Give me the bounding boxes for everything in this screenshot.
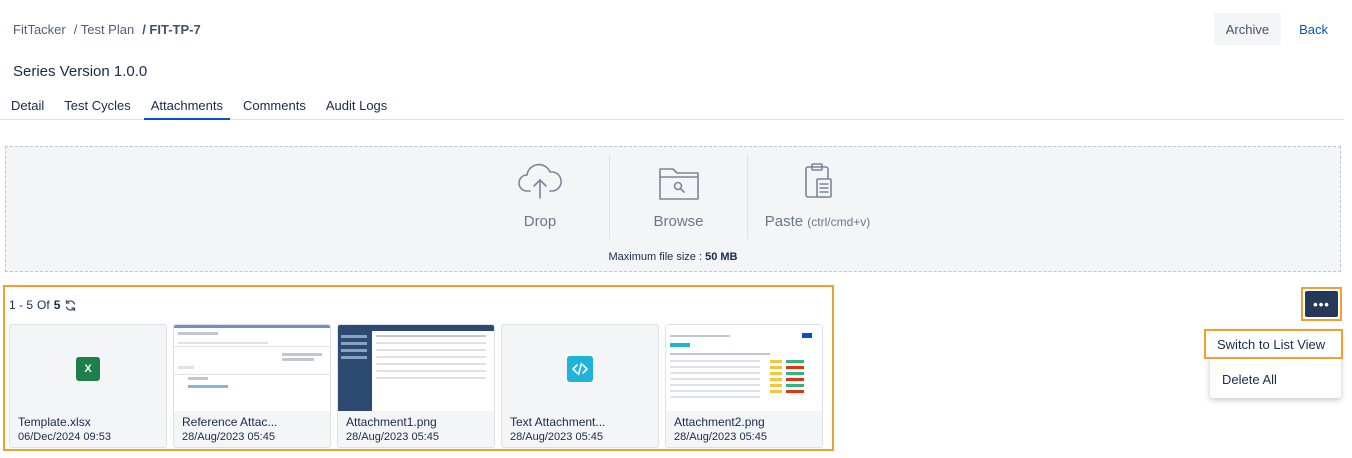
attachment-card[interactable]: Text Attachment... 28/Aug/2023 05:45 — [501, 324, 659, 448]
attachment-date: 28/Aug/2023 05:45 — [182, 431, 275, 443]
attachment-preview — [174, 325, 330, 413]
paste-hint: (ctrl/cmd+v) — [807, 215, 871, 229]
breadcrumb-test-plan[interactable]: / Test Plan — [74, 22, 134, 37]
menu-item-delete-all[interactable]: Delete All — [1210, 365, 1341, 395]
tab-detail[interactable]: Detail — [4, 92, 51, 120]
more-actions-button[interactable]: ••• — [1305, 291, 1338, 317]
browse-option[interactable]: Browse — [609, 155, 747, 239]
excel-file-icon: X — [76, 357, 100, 381]
attachment-name: Text Attachment... — [510, 415, 606, 429]
attachment-date: 28/Aug/2023 05:45 — [346, 431, 439, 443]
attachment-meta: Template.xlsx 06/Dec/2024 09:53 — [10, 411, 166, 447]
attachment-name: Reference Attac... — [182, 415, 278, 429]
screenshot-thumbnail — [338, 325, 494, 413]
attachment-meta: Text Attachment... 28/Aug/2023 05:45 — [502, 411, 658, 447]
attachment-name: Attachment1.png — [346, 415, 437, 429]
pager-range: 1 - 5 — [9, 298, 34, 312]
code-file-icon — [567, 356, 593, 382]
attachment-cards: X Template.xlsx 06/Dec/2024 09:53 Refere… — [9, 324, 823, 448]
attachment-card[interactable]: X Template.xlsx 06/Dec/2024 09:53 — [9, 324, 167, 448]
tab-comments[interactable]: Comments — [236, 92, 313, 120]
attachment-preview — [666, 325, 822, 413]
refresh-icon[interactable] — [64, 299, 77, 312]
paste-option[interactable]: Paste (ctrl/cmd+v) — [747, 155, 887, 239]
menu-item-switch-list-view[interactable]: Switch to List View — [1204, 329, 1343, 359]
tab-audit-logs[interactable]: Audit Logs — [319, 92, 394, 120]
cloud-upload-icon — [518, 163, 562, 199]
attachment-meta: Attachment2.png 28/Aug/2023 05:45 — [666, 411, 822, 447]
screenshot-thumbnail — [174, 325, 330, 413]
paste-label: Paste — [764, 213, 804, 230]
top-actions: Archive Back — [1213, 13, 1340, 45]
pagination-info: 1 - 5 Of 5 — [9, 298, 77, 312]
drop-label: Drop — [523, 213, 557, 230]
attachment-meta: Reference Attac... 28/Aug/2023 05:45 — [174, 411, 330, 447]
breadcrumb-current: / FIT-TP-7 — [142, 22, 201, 37]
tab-test-cycles[interactable]: Test Cycles — [57, 92, 137, 120]
paste-text: Paste (ctrl/cmd+v) — [765, 213, 871, 230]
max-file-size-value: 50 MB — [705, 251, 738, 263]
more-actions-menu: Switch to List View Delete All — [1204, 329, 1343, 398]
breadcrumb-project[interactable]: FitTacker — [13, 22, 66, 37]
attachment-preview — [502, 325, 658, 413]
attachment-card[interactable]: Attachment1.png 28/Aug/2023 05:45 — [337, 324, 495, 448]
pager-total: 5 — [53, 298, 61, 312]
pager-of: Of — [37, 298, 50, 312]
breadcrumb: FitTacker / Test Plan / FIT-TP-7 — [13, 22, 209, 37]
page-title: Series Version 1.0.0 — [13, 63, 148, 80]
attachment-date: 28/Aug/2023 05:45 — [674, 431, 767, 443]
upload-dropzone[interactable]: Drop Browse Paste (ctrl/cmd+v) Maximum f… — [5, 146, 1341, 272]
attachment-preview — [338, 325, 494, 413]
attachment-name: Attachment2.png — [674, 415, 765, 429]
archive-button[interactable]: Archive — [1213, 13, 1282, 45]
max-file-size-label: Maximum file size : — [608, 251, 703, 263]
tab-bar: Detail Test Cycles Attachments Comments … — [0, 92, 1344, 120]
attachment-date: 06/Dec/2024 09:53 — [18, 431, 111, 443]
browse-label: Browse — [653, 213, 704, 230]
attachment-card[interactable]: Attachment2.png 28/Aug/2023 05:45 — [665, 324, 823, 448]
back-button[interactable]: Back — [1287, 13, 1340, 45]
clipboard-icon — [804, 163, 832, 198]
attachment-date: 28/Aug/2023 05:45 — [510, 431, 603, 443]
tab-attachments[interactable]: Attachments — [143, 92, 230, 120]
attachment-card[interactable]: Reference Attac... 28/Aug/2023 05:45 — [173, 324, 331, 448]
upload-options: Drop Browse Paste (ctrl/cmd+v) — [471, 155, 887, 239]
screenshot-thumbnail — [666, 325, 822, 413]
more-actions-button-frame: ••• — [1301, 287, 1342, 321]
attachment-meta: Attachment1.png 28/Aug/2023 05:45 — [338, 411, 494, 447]
drop-option[interactable]: Drop — [471, 155, 609, 239]
attachment-preview: X — [10, 325, 166, 413]
folder-search-icon — [658, 168, 699, 200]
attachments-gallery: 1 - 5 Of 5 X Template.xlsx 06/Dec/2024 0… — [3, 285, 834, 451]
max-file-size: Maximum file size : 50 MB — [6, 251, 1340, 263]
attachment-name: Template.xlsx — [18, 415, 91, 429]
